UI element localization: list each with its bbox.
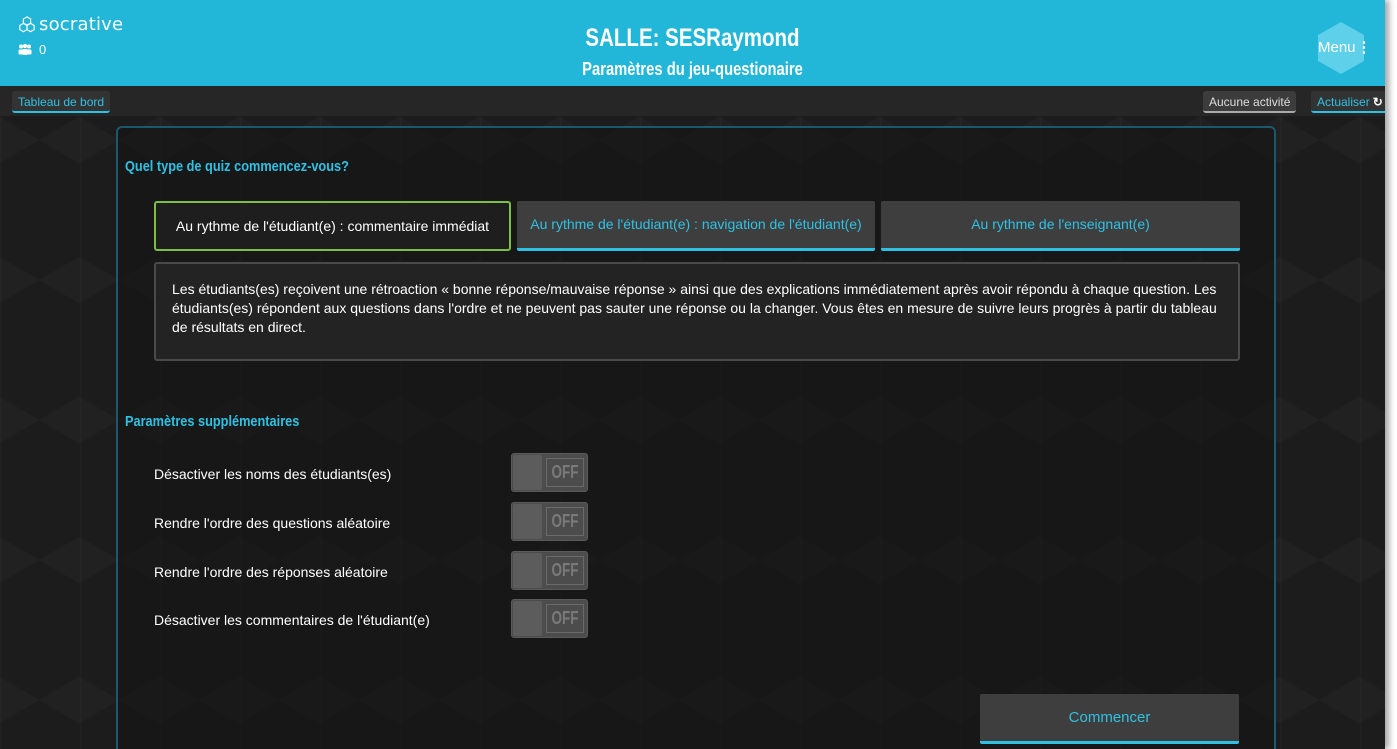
socrative-logo[interactable]: socrative — [18, 14, 123, 35]
toggle-shuffle-questions[interactable]: OFF — [511, 502, 588, 541]
start-button[interactable]: Commencer — [980, 694, 1239, 744]
top-header: socrative 0 SALLE: SESRaymond Paramètres… — [0, 0, 1385, 86]
toggle-knob — [513, 455, 542, 490]
socrative-logo-icon — [19, 15, 35, 32]
page-subtitle: Paramètres du jeu-questionaire — [582, 59, 803, 79]
toggle-disable-names[interactable]: OFF — [511, 453, 588, 492]
quiz-type-description: Les étudiants(es) reçoivent une rétroact… — [154, 262, 1240, 361]
quiz-type-label: Au rythme de l'étudiant(e) : commentaire… — [175, 217, 490, 234]
setting-shuffle-answers-label: Rendre l'ordre des réponses aléatoire — [154, 564, 388, 580]
logo-text: socrative — [39, 14, 124, 35]
toggle-state: OFF — [546, 604, 584, 633]
toggle-disable-feedback[interactable]: OFF — [511, 599, 588, 638]
setting-shuffle-questions-label: Rendre l'ordre des questions aléatoire — [154, 515, 391, 531]
sub-toolbar — [0, 86, 1385, 116]
menu-label: Menu — [1318, 39, 1356, 56]
users-icon — [18, 44, 32, 55]
refresh-label: Actualiser — [1317, 95, 1370, 109]
room-title: SALLE: SESRaymond — [585, 24, 800, 52]
quiz-type-label: Au rythme de l'enseignant(e) — [971, 216, 1150, 232]
toggle-knob — [513, 601, 542, 636]
student-count: 0 — [18, 42, 46, 57]
quiz-type-label: Au rythme de l'étudiant(e) : navigation … — [530, 216, 862, 232]
refresh-button[interactable]: Actualiser ↻ — [1311, 91, 1385, 113]
app-window: socrative 0 SALLE: SESRaymond Paramètres… — [0, 0, 1385, 749]
menu-dots-icon: ⋮ — [1356, 39, 1372, 56]
extra-settings-title: Paramètres supplémentaires — [125, 413, 300, 430]
no-activity-badge[interactable]: Aucune activité — [1203, 91, 1297, 113]
quiz-type-student-paced-navigation[interactable]: Au rythme de l'étudiant(e) : navigation … — [517, 201, 875, 251]
setting-disable-feedback-label: Désactiver les commentaires de l'étudian… — [154, 612, 430, 628]
student-count-value: 0 — [39, 42, 47, 57]
toggle-state: OFF — [546, 458, 584, 487]
setting-disable-names-label: Désactiver les noms des étudiants(es) — [154, 466, 392, 482]
quiz-type-teacher-paced[interactable]: Au rythme de l'enseignant(e) — [881, 201, 1240, 251]
toggle-knob — [513, 504, 542, 539]
toggle-state: OFF — [546, 556, 584, 585]
refresh-icon: ↻ — [1372, 95, 1383, 109]
toggle-knob — [513, 553, 542, 588]
menu-button[interactable]: Menu⋮ — [1318, 38, 1372, 56]
toggle-state: OFF — [546, 507, 584, 536]
dashboard-button[interactable]: Tableau de bord — [12, 91, 111, 113]
toggle-shuffle-answers[interactable]: OFF — [511, 551, 588, 590]
quiz-type-title: Quel type de quiz commencez-vous? — [125, 158, 349, 175]
quiz-type-student-paced-immediate[interactable]: Au rythme de l'étudiant(e) : commentaire… — [154, 201, 511, 251]
